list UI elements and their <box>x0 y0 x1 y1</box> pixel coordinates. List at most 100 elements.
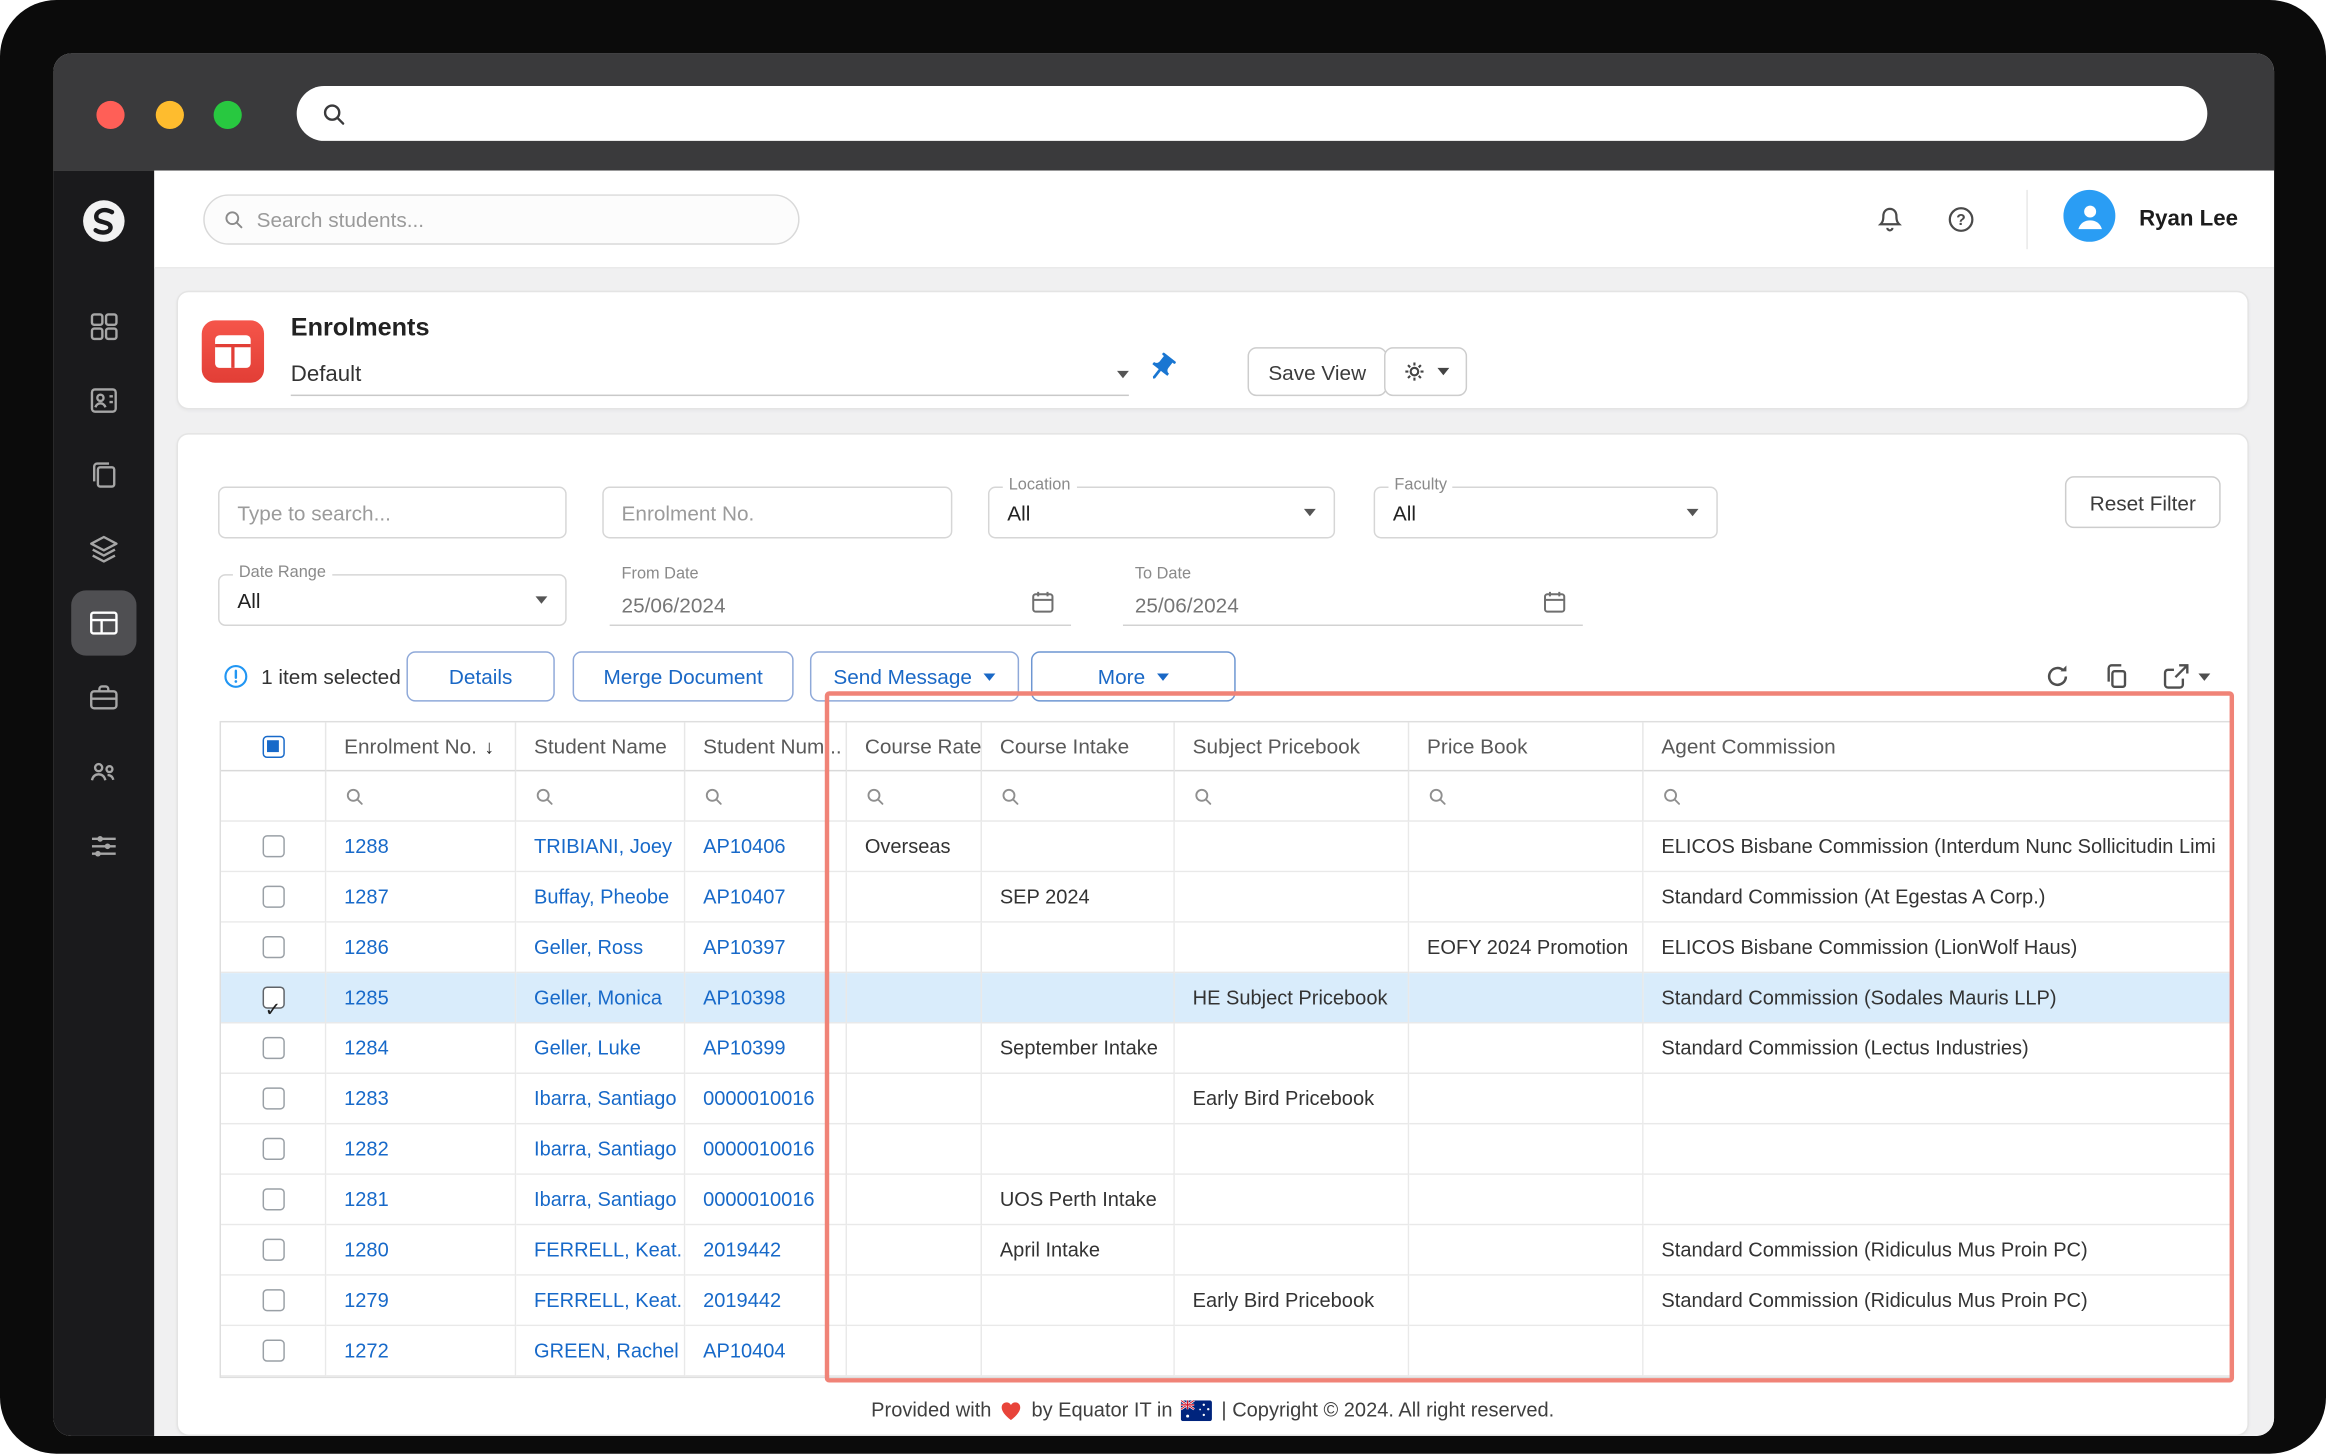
link-student-number[interactable]: 2019442 <box>703 1239 781 1261</box>
link-student-name[interactable]: Ibarra, Santiago <box>534 1188 677 1210</box>
link-enrolment-no[interactable]: 1281 <box>344 1188 389 1210</box>
link-student-name[interactable]: Ibarra, Santiago <box>534 1138 677 1160</box>
from-date-field[interactable]: From Date 25/06/2024 <box>610 565 1071 626</box>
row-checkbox[interactable] <box>262 936 284 958</box>
link-student-name[interactable]: FERRELL, Keat... <box>534 1239 685 1261</box>
details-button[interactable]: Details <box>406 651 554 701</box>
faculty-select[interactable]: Faculty All <box>1374 487 1718 539</box>
pin-view-button[interactable] <box>1139 345 1185 391</box>
link-student-number[interactable]: AP10399 <box>703 1037 785 1059</box>
sidebar-item-contacts[interactable] <box>71 368 136 433</box>
sidebar-item-courses[interactable] <box>71 516 136 581</box>
view-selector[interactable]: Default <box>291 355 1129 397</box>
link-enrolment-no[interactable]: 1280 <box>344 1239 389 1261</box>
row-checkbox[interactable] <box>262 1037 284 1059</box>
date-range-select[interactable]: Date Range All <box>218 574 567 626</box>
export-button[interactable] <box>2161 662 2217 692</box>
column-header-subject-pricebook[interactable]: Subject Pricebook <box>1175 722 1409 771</box>
link-enrolment-no[interactable]: 1282 <box>344 1138 389 1160</box>
row-checkbox[interactable] <box>262 1188 284 1210</box>
link-student-number[interactable]: 0000010016 <box>703 1138 814 1160</box>
sidebar-item-enrolments[interactable] <box>71 590 136 655</box>
link-student-name[interactable]: Geller, Luke <box>534 1037 641 1059</box>
column-header-agent-commission[interactable]: Agent Commission <box>1644 722 2233 771</box>
link-student-name[interactable]: GREEN, Rachel <box>534 1340 679 1362</box>
link-student-name[interactable]: Geller, Ross <box>534 936 643 958</box>
filter-cell[interactable] <box>1409 771 1643 821</box>
link-student-name[interactable]: Buffay, Pheobe <box>534 886 669 908</box>
to-date-field[interactable]: To Date 25/06/2024 <box>1123 565 1583 626</box>
save-view-button[interactable]: Save View <box>1248 347 1387 396</box>
student-search-input[interactable] <box>257 208 781 232</box>
location-select[interactable]: Location All <box>988 487 1335 539</box>
help-button[interactable]: ? <box>1946 205 1976 235</box>
column-header-course-rate[interactable]: Course Rate <box>847 722 982 771</box>
filter-cell[interactable] <box>685 771 847 821</box>
sidebar-item-documents[interactable] <box>71 442 136 507</box>
row-checkbox[interactable] <box>262 886 284 908</box>
more-button[interactable]: More <box>1031 651 1236 701</box>
calendar-icon[interactable] <box>1029 589 1056 616</box>
reset-filter-button[interactable]: Reset Filter <box>2065 476 2221 528</box>
row-checkbox[interactable] <box>262 835 284 857</box>
send-message-button[interactable]: Send Message <box>810 651 1019 701</box>
calendar-icon[interactable] <box>1541 589 1568 616</box>
sidebar-item-community[interactable] <box>71 739 136 804</box>
view-settings-button[interactable] <box>1384 347 1467 396</box>
user-name[interactable]: Ryan Lee <box>2139 206 2238 231</box>
row-checkbox[interactable] <box>262 1289 284 1311</box>
row-checkbox[interactable] <box>262 1138 284 1160</box>
link-enrolment-no[interactable]: 1287 <box>344 886 389 908</box>
link-student-name[interactable]: FERRELL, Keat... <box>534 1289 685 1311</box>
enrolment-no-input[interactable] <box>622 488 934 537</box>
link-student-number[interactable]: 0000010016 <box>703 1087 814 1109</box>
filter-cell[interactable] <box>847 771 982 821</box>
select-all-checkbox[interactable] <box>262 735 284 757</box>
link-enrolment-no[interactable]: 1286 <box>344 936 389 958</box>
row-checkbox[interactable] <box>262 1239 284 1261</box>
column-header-student-number[interactable]: Student Num... <box>685 722 847 771</box>
zoom-window-button[interactable] <box>214 101 242 129</box>
link-student-number[interactable]: AP10398 <box>703 986 785 1008</box>
column-header-price-book[interactable]: Price Book <box>1409 722 1643 771</box>
sidebar-item-dashboard[interactable] <box>71 294 136 359</box>
link-enrolment-no[interactable]: 1288 <box>344 835 389 857</box>
link-student-number[interactable]: 2019442 <box>703 1289 781 1311</box>
link-student-number[interactable]: AP10404 <box>703 1340 785 1362</box>
notifications-button[interactable] <box>1875 205 1905 235</box>
link-enrolment-no[interactable]: 1284 <box>344 1037 389 1059</box>
link-student-name[interactable]: Ibarra, Santiago <box>534 1087 677 1109</box>
filter-cell[interactable] <box>326 771 516 821</box>
link-enrolment-no[interactable]: 1279 <box>344 1289 389 1311</box>
sidebar-item-services[interactable] <box>71 665 136 730</box>
row-checkbox[interactable] <box>262 986 284 1008</box>
filter-cell[interactable] <box>516 771 685 821</box>
link-student-number[interactable]: AP10397 <box>703 936 785 958</box>
column-header-student-name[interactable]: Student Name <box>516 722 685 771</box>
copy-grid-button[interactable] <box>2102 662 2132 692</box>
filter-cell[interactable] <box>1175 771 1409 821</box>
filter-cell[interactable] <box>982 771 1175 821</box>
browser-address-bar[interactable] <box>297 86 2208 141</box>
row-checkbox[interactable] <box>262 1340 284 1362</box>
link-student-number[interactable]: AP10407 <box>703 886 785 908</box>
student-search-box[interactable] <box>203 194 799 244</box>
minimize-window-button[interactable] <box>156 101 184 129</box>
link-student-number[interactable]: AP10406 <box>703 835 785 857</box>
link-enrolment-no[interactable]: 1283 <box>344 1087 389 1109</box>
merge-document-button[interactable]: Merge Document <box>573 651 794 701</box>
quick-search-input[interactable] <box>237 488 547 537</box>
link-enrolment-no[interactable]: 1272 <box>344 1340 389 1362</box>
close-window-button[interactable] <box>96 101 124 129</box>
filter-cell[interactable] <box>1644 771 2233 821</box>
link-student-name[interactable]: TRIBIANI, Joey <box>534 835 672 857</box>
link-enrolment-no[interactable]: 1285 <box>344 986 389 1008</box>
column-header-course-intake[interactable]: Course Intake <box>982 722 1175 771</box>
link-student-name[interactable]: Geller, Monica <box>534 986 662 1008</box>
sidebar-item-settings[interactable] <box>71 813 136 878</box>
user-avatar[interactable] <box>2063 190 2115 242</box>
link-student-number[interactable]: 0000010016 <box>703 1188 814 1210</box>
row-checkbox[interactable] <box>262 1087 284 1109</box>
column-header-enrolment-no[interactable]: Enrolment No. ↓ <box>326 722 516 771</box>
refresh-button[interactable] <box>2043 662 2073 692</box>
